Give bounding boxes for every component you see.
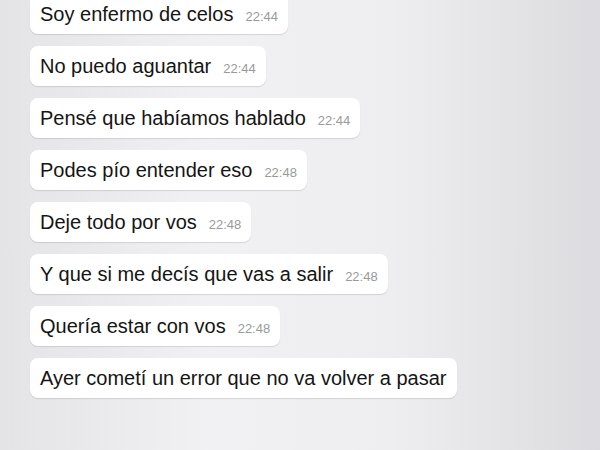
message-text: No puedo aguantar xyxy=(40,54,211,78)
message-time: 22:48 xyxy=(209,216,242,234)
message-text: Podes pío entender eso xyxy=(40,158,252,182)
message-time: 22:48 xyxy=(264,164,297,182)
message-text: Soy enfermo de celos xyxy=(40,2,233,26)
message-bubble[interactable]: Ayer cometí un error que no va volver a … xyxy=(30,358,457,398)
message-text: Deje todo por vos xyxy=(40,210,197,234)
message-bubble[interactable]: Y que si me decís que vas a salir 22:48 xyxy=(30,254,388,294)
message-bubble[interactable]: Deje todo por vos 22:48 xyxy=(30,202,251,242)
message-text: Ayer cometí un error que no va volver a … xyxy=(40,366,447,390)
chat-screen: Soy enfermo de celos22:44No puedo aguant… xyxy=(0,0,600,450)
message-time: 22:48 xyxy=(238,320,271,338)
message-bubble[interactable]: Pensé que habíamos hablado 22:44 xyxy=(30,98,360,138)
message-bubble[interactable]: Podes pío entender eso 22:48 xyxy=(30,150,307,190)
message-text: Y que si me decís que vas a salir xyxy=(40,262,333,286)
message-time: 22:44 xyxy=(223,60,256,78)
message-bubble[interactable]: Soy enfermo de celos 22:44 xyxy=(30,0,288,34)
message-time: 22:48 xyxy=(345,268,378,286)
message-time: 22:44 xyxy=(318,112,351,130)
message-text: Quería estar con vos xyxy=(40,314,226,338)
message-bubble[interactable]: Quería estar con vos 22:48 xyxy=(30,306,280,346)
message-time: 22:44 xyxy=(245,8,278,26)
message-text: Pensé que habíamos hablado xyxy=(40,106,306,130)
message-list: Soy enfermo de celos22:44No puedo aguant… xyxy=(0,0,600,398)
message-bubble[interactable]: No puedo aguantar 22:44 xyxy=(30,46,266,86)
